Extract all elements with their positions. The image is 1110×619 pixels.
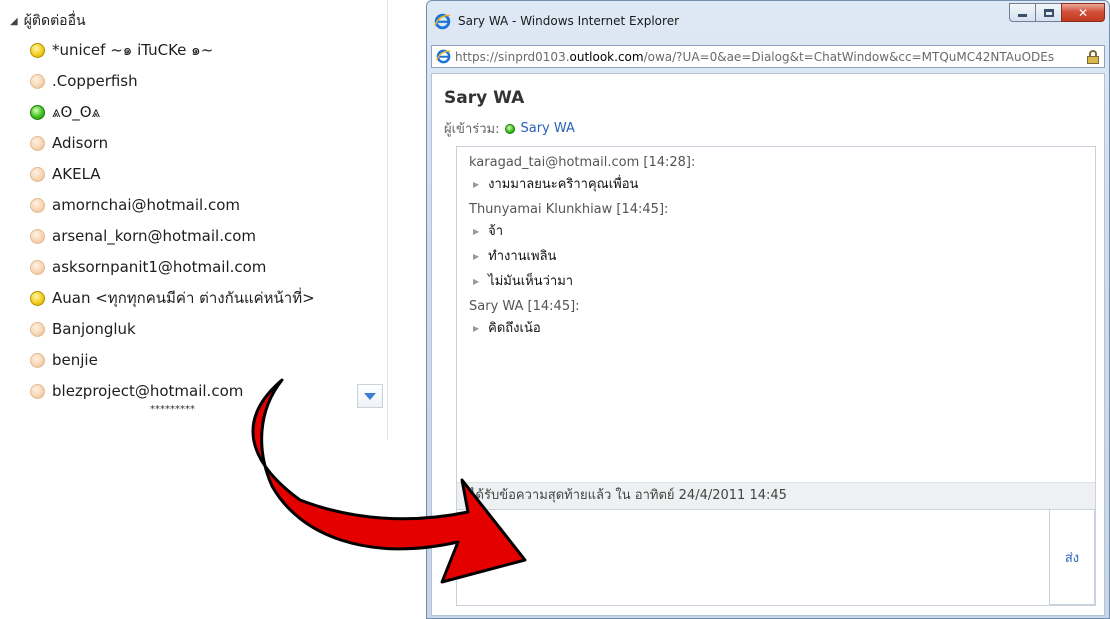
message-line: ▶ จ้า [469,223,1083,248]
maximize-button[interactable] [1035,3,1062,22]
contact-item[interactable]: blezproject@hotmail.com [30,379,243,403]
message-text: คิดถึงเน้อ [488,321,541,336]
contact-name: .Copperfish [52,72,138,90]
presence-status-icon [30,321,45,337]
bullet-triangle-icon: ▶ [473,252,480,261]
message-input[interactable] [457,509,1049,605]
minimize-button[interactable] [1009,3,1036,22]
participant-name[interactable]: Sary WA [520,121,574,136]
contact-name: Banjongluk [52,320,136,338]
contact-name: amornchai@hotmail.com [52,196,241,214]
presence-status-icon [30,104,45,120]
contact-name: ⩓ʘ_ʘ⩓ [52,103,101,121]
address-bar[interactable]: https://sinprd0103.outlook.com/owa/?UA=0… [431,45,1105,68]
message-history: karagad_tai@hotmail.com [14:28]: ▶ งามมาลย… [457,147,1095,482]
message-line: ▶ งามมาลยนะคริาาคุณเพื่อน [469,176,1083,201]
contact-item[interactable]: Adisorn [30,131,108,155]
window-controls: ✕ [1009,3,1105,22]
message-sender-header: karagad_tai@hotmail.com [14:28]: [469,155,696,170]
contact-item[interactable]: Auan <ทุกทุกคนมีค่า ต่างกันแค่หน้าที่> [30,286,315,310]
presence-status-icon [30,135,45,151]
maximize-icon [1043,8,1054,17]
presence-status-icon [30,197,45,213]
contact-name: AKELA [52,165,101,183]
contact-item[interactable]: asksornpanit1@hotmail.com [30,255,266,279]
contact-item[interactable]: AKELA [30,162,101,186]
presence-status-icon [30,228,45,244]
contact-group-label: ผู้ติดต่ออื่น [23,13,86,29]
contact-name: blezproject@hotmail.com [52,382,244,400]
presence-status-icon [30,383,45,399]
conversation-panel: karagad_tai@hotmail.com [14:28]: ▶ งามมาลย… [456,146,1096,606]
contact-item[interactable]: *unicef ~๑ iTuCKe ๑~ [30,38,213,62]
contact-name: asksornpanit1@hotmail.com [52,258,267,276]
window-title: Sary WA - Windows Internet Explorer [458,14,680,28]
participants-label: ผู้เข้าร่วม: [444,122,500,137]
online-status-icon [505,123,516,134]
contact-item[interactable]: .Copperfish [30,69,138,93]
chat-window-content: Sary WA ผู้เข้าร่วม: Sary WA karagad_tai… [431,73,1105,616]
presence-status-icon [30,42,45,58]
bullet-triangle-icon: ▶ [473,180,480,189]
ie-window: Sary WA - Windows Internet Explorer ✕ ht… [426,0,1110,619]
presence-status-icon [30,352,45,368]
contact-item[interactable]: arsenal_korn@hotmail.com [30,224,256,248]
contact-name: Auan <ทุกทุกคนมีค่า ต่างกันแค่หน้าที่> [52,289,315,307]
collapse-triangle-icon[interactable]: ◢ [10,16,18,27]
contact-name: arsenal_korn@hotmail.com [52,227,257,245]
close-button[interactable]: ✕ [1061,3,1105,22]
message-sender-header: Sary WA [14:45]: [469,299,580,314]
chat-title: Sary WA [444,88,525,108]
last-message-status: ได้รับข้อความสุดท้ายแล้ว ใน อาทิตย์ 24/4… [457,482,1095,509]
bullet-triangle-icon: ▶ [473,277,480,286]
contact-name: Adisorn [52,134,109,152]
contact-name: benjie [52,351,98,369]
contact-item[interactable]: Banjongluk [30,317,136,341]
message-text: งามมาลยนะคริาาคุณเพื่อน [488,177,639,192]
chevron-down-icon [364,392,376,400]
message-text: จ้า [488,224,504,239]
contact-item[interactable]: benjie [30,348,98,372]
message-line: ▶ คิดถึงเน้อ [469,320,1083,345]
scroll-down-button[interactable] [357,384,383,408]
contacts-panel: ◢ ผู้ติดต่ออื่น *unicef ~๑ iTuCKe ๑~ .Cop… [0,0,390,619]
panel-divider [387,0,388,440]
close-icon: ✕ [1077,5,1089,20]
message-line: ▶ ไม่มันเห็นว่ามา [469,273,1083,298]
presence-status-icon [30,166,45,182]
bullet-triangle-icon: ▶ [473,227,480,236]
participants-row: ผู้เข้าร่วม: Sary WA [444,118,575,139]
page-favicon-icon [436,49,451,64]
internet-explorer-icon [434,13,451,30]
url-text[interactable]: https://sinprd0103.outlook.com/owa/?UA=0… [455,50,1086,64]
presence-status-icon [30,73,45,89]
message-sender-header: Thunyamai Klunkhiaw [14:45]: [469,202,669,217]
contact-item[interactable]: amornchai@hotmail.com [30,193,240,217]
contact-group-header[interactable]: ◢ ผู้ติดต่ออื่น [10,10,86,32]
lock-icon[interactable] [1086,49,1100,65]
send-button[interactable]: ส่ง [1049,509,1095,605]
message-text: ทำงานเพลิน [488,249,557,264]
contact-name: *unicef ~๑ iTuCKe ๑~ [52,41,214,59]
message-line: ▶ ทำงานเพลิน [469,248,1083,273]
more-contacts-indicator: ********* [150,404,195,415]
minimize-icon [1018,14,1027,17]
bullet-triangle-icon: ▶ [473,324,480,333]
window-titlebar[interactable]: Sary WA - Windows Internet Explorer ✕ [427,1,1109,41]
presence-status-icon [30,259,45,275]
presence-status-icon [30,290,45,306]
contact-item[interactable]: ⩓ʘ_ʘ⩓ [30,100,100,124]
message-text: ไม่มันเห็นว่ามา [488,274,574,289]
